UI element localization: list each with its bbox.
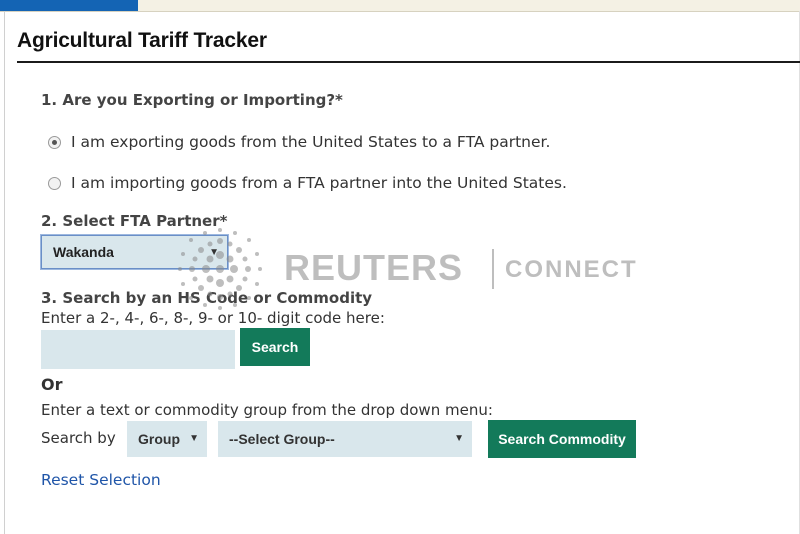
fta-partner-value: Wakanda [53,244,114,260]
active-tab[interactable] [0,0,138,11]
search-commodity-button[interactable]: Search Commodity [488,420,636,458]
radio-unchecked-icon[interactable] [48,176,61,190]
watermark-brand: REUTERS [284,247,464,288]
watermark-separator [492,249,494,289]
import-option-label[interactable]: I am importing goods from a FTA partner … [71,174,567,192]
page-title: Agricultural Tariff Tracker [17,29,267,52]
or-label: Or [41,375,63,394]
caret-down-icon: ▼ [189,433,199,444]
text-search-instruction: Enter a text or commodity group from the… [41,401,493,419]
question-1-heading: 1. Are you Exporting or Importing?* [41,91,343,109]
hs-code-instruction: Enter a 2-, 4-, 6-, 8-, 9- or 10- digit … [41,309,385,327]
export-option-label[interactable]: I am exporting goods from the United Sta… [71,133,550,151]
search-by-select[interactable]: Group ▼ [127,421,207,457]
caret-down-icon: ▼ [209,247,219,258]
commodity-group-value: --Select Group-- [229,431,335,447]
fta-partner-select[interactable]: Wakanda ▼ [41,235,228,269]
title-divider [17,61,800,63]
reset-selection-link[interactable]: Reset Selection [41,471,161,489]
import-option[interactable]: I am importing goods from a FTA partner … [48,174,567,192]
top-tab-bar [0,0,800,12]
export-option[interactable]: I am exporting goods from the United Sta… [48,133,550,151]
question-2-heading: 2. Select FTA Partner* [41,212,228,230]
radio-checked-icon[interactable] [48,135,61,149]
search-button[interactable]: Search [240,328,310,366]
search-by-value: Group [138,431,180,447]
commodity-group-select[interactable]: --Select Group-- ▼ [218,421,472,457]
caret-down-icon: ▼ [454,433,464,444]
question-3-heading: 3. Search by an HS Code or Commodity [41,289,373,307]
left-border [4,11,5,534]
hs-code-input[interactable] [41,330,235,369]
watermark-product: CONNECT [505,256,638,283]
search-by-label: Search by [41,429,116,447]
